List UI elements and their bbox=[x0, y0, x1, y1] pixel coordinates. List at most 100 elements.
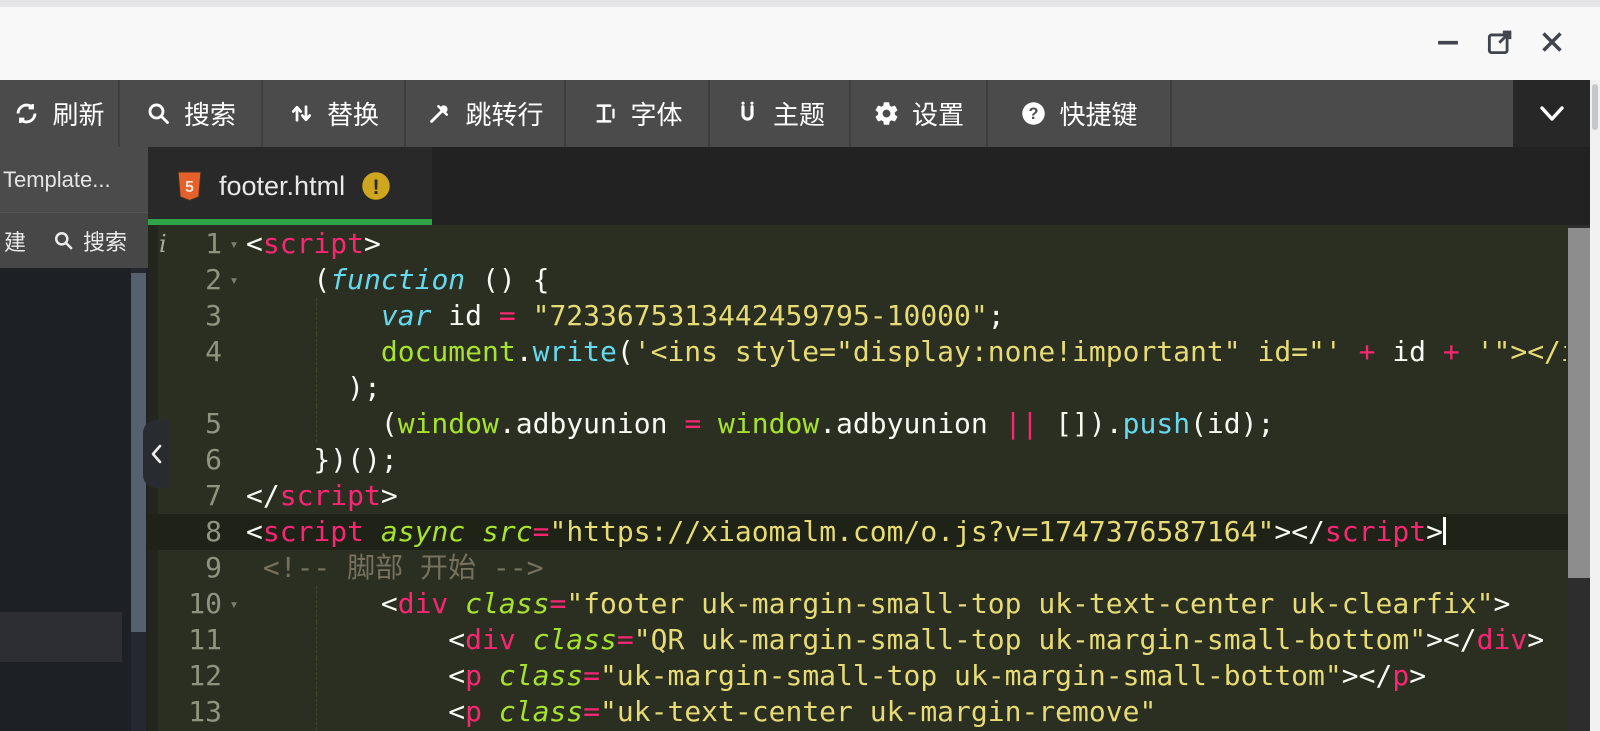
window-controls bbox=[1430, 24, 1570, 60]
sidebar-search-label: 搜索 bbox=[83, 225, 127, 257]
sidebar-action-search[interactable]: 搜索 bbox=[52, 225, 127, 257]
code-line-10[interactable]: 10▾ <div class="footer uk-margin-small-t… bbox=[148, 586, 1568, 622]
lint-info-icon: i bbox=[159, 226, 167, 262]
code-text[interactable]: <script async src="https://xiaomalm.com/… bbox=[246, 514, 1566, 550]
code-text[interactable]: <p class="uk-text-center uk-margin-remov… bbox=[246, 694, 1566, 730]
page-scrollbar-thumb[interactable] bbox=[1592, 84, 1598, 130]
code-line-12[interactable]: 12 <p class="uk-margin-small-top uk-marg… bbox=[148, 658, 1568, 694]
settings-label: 设置 bbox=[912, 95, 964, 132]
code-text[interactable]: <div class="QR uk-margin-small-top uk-ma… bbox=[246, 622, 1566, 658]
fold-arrow-icon[interactable]: ▾ bbox=[222, 262, 246, 298]
warning-glyph: ! bbox=[373, 175, 380, 199]
code-line-6[interactable]: 6 })(); bbox=[148, 442, 1568, 478]
theme-label: 主题 bbox=[773, 95, 825, 132]
minimize-icon bbox=[1431, 25, 1465, 59]
sidebar-scrollbar[interactable] bbox=[131, 268, 146, 731]
chevron-down-icon bbox=[1535, 101, 1569, 127]
indent-guide bbox=[316, 298, 317, 334]
shortcuts-label: 快捷键 bbox=[1059, 95, 1137, 132]
gear-icon bbox=[873, 100, 900, 127]
code-line-13[interactable]: 13 <p class="uk-text-center uk-margin-re… bbox=[148, 694, 1568, 730]
indent-guide bbox=[316, 622, 317, 658]
refresh-label: 刷新 bbox=[52, 95, 104, 132]
line-number: 13 bbox=[148, 694, 222, 730]
code-line-wrap-4[interactable]: ); bbox=[148, 370, 1568, 406]
refresh-icon bbox=[13, 100, 40, 127]
help-glyph: ? bbox=[1029, 105, 1039, 123]
tab-label: footer.html bbox=[219, 171, 345, 202]
settings-button[interactable]: 设置 bbox=[851, 80, 988, 147]
title-bar bbox=[0, 0, 1600, 80]
file-tree-panel[interactable] bbox=[0, 268, 148, 731]
maximize-button[interactable] bbox=[1482, 24, 1518, 60]
search-icon bbox=[52, 229, 75, 252]
code-line-4[interactable]: 4 document.write('<ins style="display:no… bbox=[148, 334, 1568, 370]
replace-button[interactable]: 替换 bbox=[263, 80, 406, 147]
sidebar-action-new[interactable]: 建 bbox=[4, 225, 26, 257]
fold-arrow-icon[interactable]: ▾ bbox=[222, 226, 246, 262]
indent-guide bbox=[316, 406, 317, 442]
line-number: 10 bbox=[148, 586, 222, 622]
code-text[interactable]: document.write('<ins style="display:none… bbox=[246, 334, 1566, 370]
code-line-7[interactable]: 7</script> bbox=[148, 478, 1568, 514]
theme-button[interactable]: 主题 bbox=[710, 80, 851, 147]
code-text[interactable]: <p class="uk-margin-small-top uk-margin-… bbox=[246, 658, 1566, 694]
indent-guide bbox=[316, 586, 317, 622]
goto-line-button[interactable]: 跳转行 bbox=[406, 80, 566, 147]
search-icon bbox=[145, 100, 172, 127]
sidebar-panel-title[interactable]: Template... bbox=[0, 147, 148, 212]
code-line-1[interactable]: i1▾<script> bbox=[148, 226, 1568, 262]
sidebar-actions-row: 建 搜索 bbox=[0, 212, 148, 268]
editor-scrollbar-thumb[interactable] bbox=[1568, 228, 1590, 578]
code-line-2[interactable]: 2▾ (function () { bbox=[148, 262, 1568, 298]
code-lines: i1▾<script>2▾ (function () {3 var id = "… bbox=[148, 226, 1568, 730]
refresh-button[interactable]: 刷新 bbox=[0, 80, 120, 147]
indent-guide bbox=[316, 370, 317, 406]
code-text[interactable]: <!-- 脚部 开始 --> bbox=[246, 550, 1566, 586]
replace-label: 替换 bbox=[327, 95, 379, 132]
indent-guide bbox=[316, 694, 317, 730]
line-number: 3 bbox=[148, 298, 222, 334]
maximize-icon bbox=[1483, 25, 1517, 59]
tab-footer-html[interactable]: 5 footer.html ! bbox=[148, 147, 432, 225]
page-scrollbar[interactable] bbox=[1590, 80, 1600, 731]
code-text[interactable]: (window.adbyunion = window.adbyunion || … bbox=[246, 406, 1566, 442]
html5-glyph: 5 bbox=[185, 179, 194, 196]
shortcuts-button[interactable]: ? 快捷键 bbox=[988, 80, 1172, 147]
toolbar-collapse-button[interactable] bbox=[1513, 80, 1590, 147]
html5-icon: 5 bbox=[176, 171, 203, 202]
line-number: 8 bbox=[148, 514, 222, 550]
title-bar-top-strip bbox=[0, 0, 1600, 7]
line-number: 4 bbox=[148, 334, 222, 370]
code-text[interactable]: ); bbox=[246, 370, 1566, 406]
editor-window: 刷新 搜索 替换 跳转行 字体 bbox=[0, 0, 1600, 731]
code-text[interactable]: })(); bbox=[246, 442, 1566, 478]
line-number: 11 bbox=[148, 622, 222, 658]
code-line-11[interactable]: 11 <div class="QR uk-margin-small-top uk… bbox=[148, 622, 1568, 658]
indent-guide bbox=[316, 334, 317, 370]
panel-title-text: Template... bbox=[3, 167, 111, 193]
text-cursor bbox=[1443, 517, 1446, 545]
code-text[interactable]: var id = "7233675313442459795-10000"; bbox=[246, 298, 1566, 334]
font-label: 字体 bbox=[630, 95, 682, 132]
editor-scrollbar[interactable] bbox=[1568, 225, 1590, 731]
code-text[interactable]: (function () { bbox=[246, 262, 1566, 298]
code-text[interactable]: <div class="footer uk-margin-small-top u… bbox=[246, 586, 1566, 622]
code-text[interactable]: <script> bbox=[246, 226, 1566, 262]
code-line-9[interactable]: 9 <!-- 脚部 开始 --> bbox=[148, 550, 1568, 586]
search-button[interactable]: 搜索 bbox=[120, 80, 263, 147]
close-button[interactable] bbox=[1534, 24, 1570, 60]
font-button[interactable]: 字体 bbox=[566, 80, 710, 147]
code-line-8[interactable]: 8 <script async src="https://xiaomalm.com… bbox=[148, 514, 1568, 550]
warning-icon: ! bbox=[361, 171, 391, 201]
code-line-3[interactable]: 3 var id = "7233675313442459795-10000"; bbox=[148, 298, 1568, 334]
fold-arrow-icon[interactable]: ▾ bbox=[222, 586, 246, 622]
code-editor[interactable]: i1▾<script>2▾ (function () {3 var id = "… bbox=[148, 225, 1568, 731]
sidebar-collapse-handle[interactable] bbox=[143, 420, 169, 488]
minimize-button[interactable] bbox=[1430, 24, 1466, 60]
code-line-5[interactable]: 5 (window.adbyunion = window.adbyunion |… bbox=[148, 406, 1568, 442]
chevron-left-icon bbox=[148, 442, 164, 466]
code-text[interactable]: </script> bbox=[246, 478, 1566, 514]
tab-bar: 5 footer.html ! bbox=[148, 147, 1590, 225]
sidebar-selected-item[interactable] bbox=[0, 612, 122, 662]
